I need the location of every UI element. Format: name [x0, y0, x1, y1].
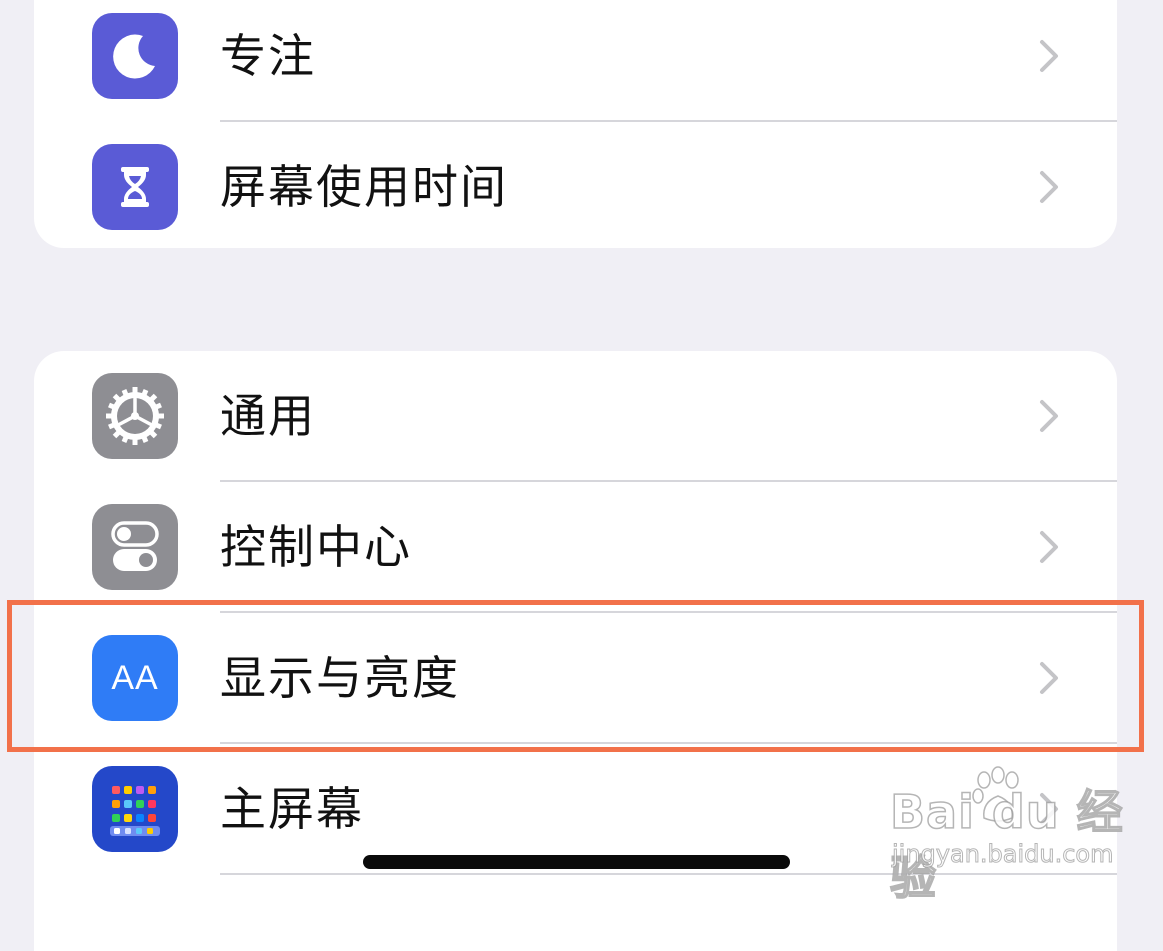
settings-row-focus[interactable]: 专注 — [34, 0, 1117, 122]
settings-group-focus: 专注 屏幕使用时间 — [34, 0, 1117, 248]
chevron-right-icon — [1040, 171, 1058, 203]
settings-row-label: 控制中心 — [220, 520, 412, 574]
home-screen-icon — [92, 766, 178, 852]
chevron-right-icon — [1040, 40, 1058, 72]
home-indicator — [363, 855, 790, 869]
toggles-icon — [92, 504, 178, 590]
settings-row-general[interactable]: 通用 — [34, 351, 1117, 482]
settings-row-label: 专注 — [220, 29, 316, 83]
settings-row-label: 屏幕使用时间 — [220, 160, 508, 214]
chevron-right-icon — [1040, 400, 1058, 432]
settings-row-control-center[interactable]: 控制中心 — [34, 482, 1117, 613]
hourglass-icon — [92, 144, 178, 230]
watermark-url: jingyan.baidu.com — [891, 840, 1114, 869]
settings-row-screen-time[interactable]: 屏幕使用时间 — [34, 122, 1117, 248]
moon-icon — [92, 13, 178, 99]
settings-row-label: 通用 — [220, 389, 316, 443]
settings-row-label: 主屏幕 — [220, 782, 364, 836]
highlight-box — [7, 600, 1144, 752]
gear-icon — [92, 373, 178, 459]
chevron-right-icon — [1040, 531, 1058, 563]
